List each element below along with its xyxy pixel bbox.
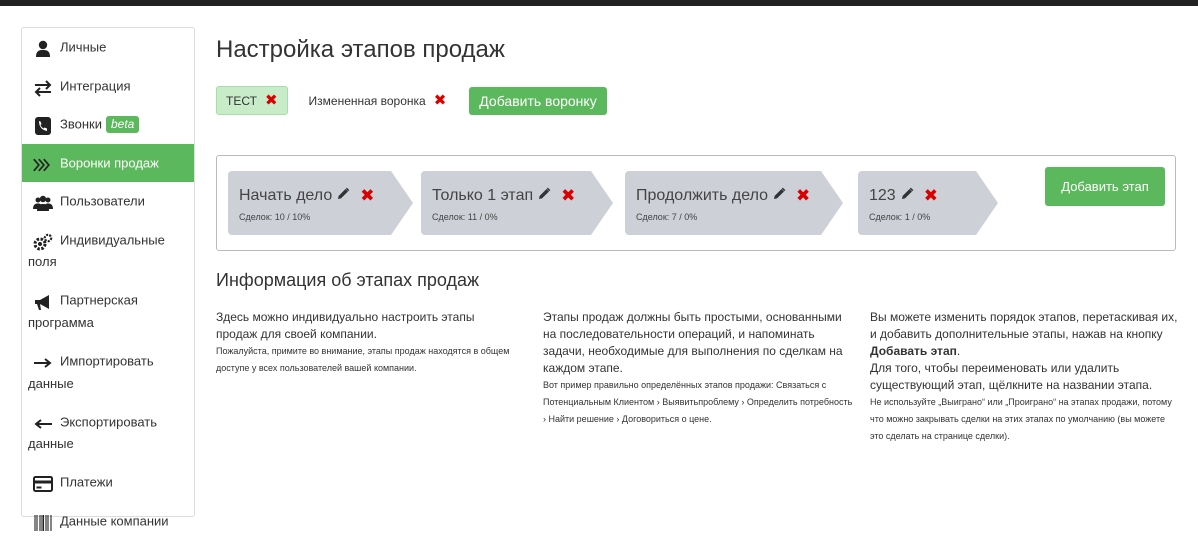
delete-stage-icon[interactable]: ✖: [924, 186, 938, 205]
delete-stage-icon[interactable]: ✖: [360, 186, 374, 205]
settings-sidebar: Личные Интеграция Звонки beta Воронки про…: [21, 27, 195, 531]
info-text: Этапы продаж должны быть простыми, основ…: [543, 310, 843, 375]
info-column-1: Здесь можно индивидуально настроить этап…: [216, 309, 516, 377]
sidebar-item-label: Импортировать: [60, 353, 154, 369]
sidebar-item-label-line2: данные: [28, 436, 74, 452]
arrow-right-icon: [32, 353, 54, 371]
sidebar-item-label: Воронки продаж: [60, 155, 159, 171]
info-note: Не используйте „Выиграно“ или „Проиграно…: [870, 397, 1172, 441]
info-column-2: Этапы продаж должны быть простыми, основ…: [543, 309, 853, 428]
stage-name[interactable]: 123: [869, 187, 896, 204]
sidebar-item-partner-program[interactable]: Партнерская программа: [22, 281, 194, 342]
gears-icon: [32, 231, 54, 251]
delete-stage-icon[interactable]: ✖: [796, 186, 810, 205]
info-note: Пожалуйста, примите во внимание, этапы п…: [216, 346, 510, 373]
info-text-part: Вы можете изменить порядок этапов, перет…: [870, 310, 1178, 341]
arrow-left-icon: [32, 413, 54, 431]
user-icon: [32, 39, 54, 58]
stage-deals-count: Сделок: 1 / 0%: [869, 212, 931, 222]
info-text-bold: Добавать этап: [870, 344, 957, 358]
megaphone-icon: [32, 292, 54, 310]
credit-card-icon: [32, 474, 54, 493]
funnel-tab-label: Измененная воронка: [308, 93, 426, 108]
stage-card[interactable]: Продолжить дело ✖ Сделок: 7 / 0%: [625, 171, 843, 235]
beta-badge: beta: [105, 116, 140, 134]
stage-name[interactable]: Продолжить дело: [636, 187, 768, 204]
info-text: Для того, чтобы переименовать или удалит…: [870, 361, 1153, 392]
sidebar-item-label: Индивидуальные: [60, 232, 165, 248]
pencil-icon[interactable]: [336, 187, 350, 201]
stage-deals-count: Сделок: 11 / 0%: [432, 212, 498, 222]
sidebar-item-export-data[interactable]: Экспортировать данные: [22, 403, 194, 464]
sidebar-item-sales-funnels[interactable]: Воронки продаж: [22, 143, 194, 183]
sidebar-item-integration[interactable]: Интеграция: [22, 67, 194, 106]
stage-deals-count: Сделок: 7 / 0%: [636, 212, 698, 222]
sidebar-item-label-line2: поля: [28, 254, 57, 270]
transfer-arrows-icon: [32, 77, 54, 97]
sidebar-item-label: Личные: [60, 39, 107, 55]
info-column-3: Вы можете изменить порядок этапов, перет…: [870, 309, 1180, 445]
stage-card[interactable]: 123 ✖ Сделок: 1 / 0%: [858, 171, 998, 235]
funnel-tab-modified[interactable]: Измененная воронка ✖: [300, 86, 456, 115]
add-funnel-button[interactable]: Добавить воронку: [469, 86, 607, 115]
funnel-tabs: ТЕСТ ✖ Измененная воронка ✖ Добавить вор…: [216, 86, 607, 115]
barcode-icon: [32, 512, 54, 531]
pencil-icon[interactable]: [900, 187, 914, 201]
sidebar-item-calls[interactable]: Звонки beta: [22, 105, 194, 144]
page-title: Настройка этапов продаж: [216, 36, 505, 63]
sidebar-item-label: Пользователи: [60, 193, 145, 209]
delete-funnel-icon[interactable]: ✖: [434, 93, 447, 108]
funnel-tab-label: ТЕСТ: [226, 93, 257, 108]
info-section-title: Информация об этапах продаж: [216, 270, 480, 290]
info-note: Вот пример правильно определённых этапов…: [543, 380, 853, 424]
stage-name[interactable]: Только 1 этап: [432, 187, 533, 204]
sidebar-item-users[interactable]: Пользователи: [22, 182, 194, 221]
stage-deals-count: Сделок: 10 / 10%: [239, 212, 311, 222]
sidebar-item-label-line2: программа: [28, 314, 94, 330]
sidebar-item-company-data[interactable]: Данные компании: [22, 502, 194, 541]
sidebar-item-label: Платежи: [60, 474, 113, 490]
delete-stage-icon[interactable]: ✖: [561, 186, 575, 205]
stage-card[interactable]: Начать дело ✖ Сделок: 10 / 10%: [228, 171, 413, 235]
pencil-icon[interactable]: [537, 187, 551, 201]
top-bar: [0, 0, 1198, 6]
sidebar-item-label: Интеграция: [60, 78, 131, 94]
add-stage-button[interactable]: Добавить этап: [1045, 167, 1165, 206]
sidebar-item-label: Экспортировать: [60, 414, 157, 430]
sidebar-item-label: Данные компании: [60, 513, 169, 529]
sidebar-item-label-line2: данные: [28, 375, 74, 391]
info-text: Вы можете изменить порядок этапов, перет…: [870, 309, 1180, 360]
info-text-part: .: [956, 344, 961, 358]
stages-container: Начать дело ✖ Сделок: 10 / 10% Только 1 э…: [216, 155, 1176, 251]
sidebar-item-label: Звонки: [60, 116, 102, 132]
info-text: Здесь можно индивидуально настроить этап…: [216, 310, 475, 341]
pencil-icon[interactable]: [772, 187, 786, 201]
phone-icon: [32, 116, 54, 136]
delete-funnel-icon[interactable]: ✖: [265, 93, 278, 108]
funnel-tab-test[interactable]: ТЕСТ ✖: [216, 86, 288, 115]
sidebar-item-import-data[interactable]: Импортировать данные: [22, 342, 194, 403]
sidebar-item-label: Партнерская: [60, 292, 138, 308]
funnel-chevrons-icon: [32, 154, 54, 172]
stage-card[interactable]: Только 1 этап ✖ Сделок: 11 / 0%: [421, 171, 613, 235]
stage-name[interactable]: Начать дело: [239, 187, 332, 204]
users-icon: [32, 193, 54, 212]
sidebar-item-custom-fields[interactable]: Индивидуальные поля: [22, 221, 194, 282]
sidebar-item-payments[interactable]: Платежи: [22, 463, 194, 502]
sidebar-item-personal[interactable]: Личные: [22, 28, 194, 67]
